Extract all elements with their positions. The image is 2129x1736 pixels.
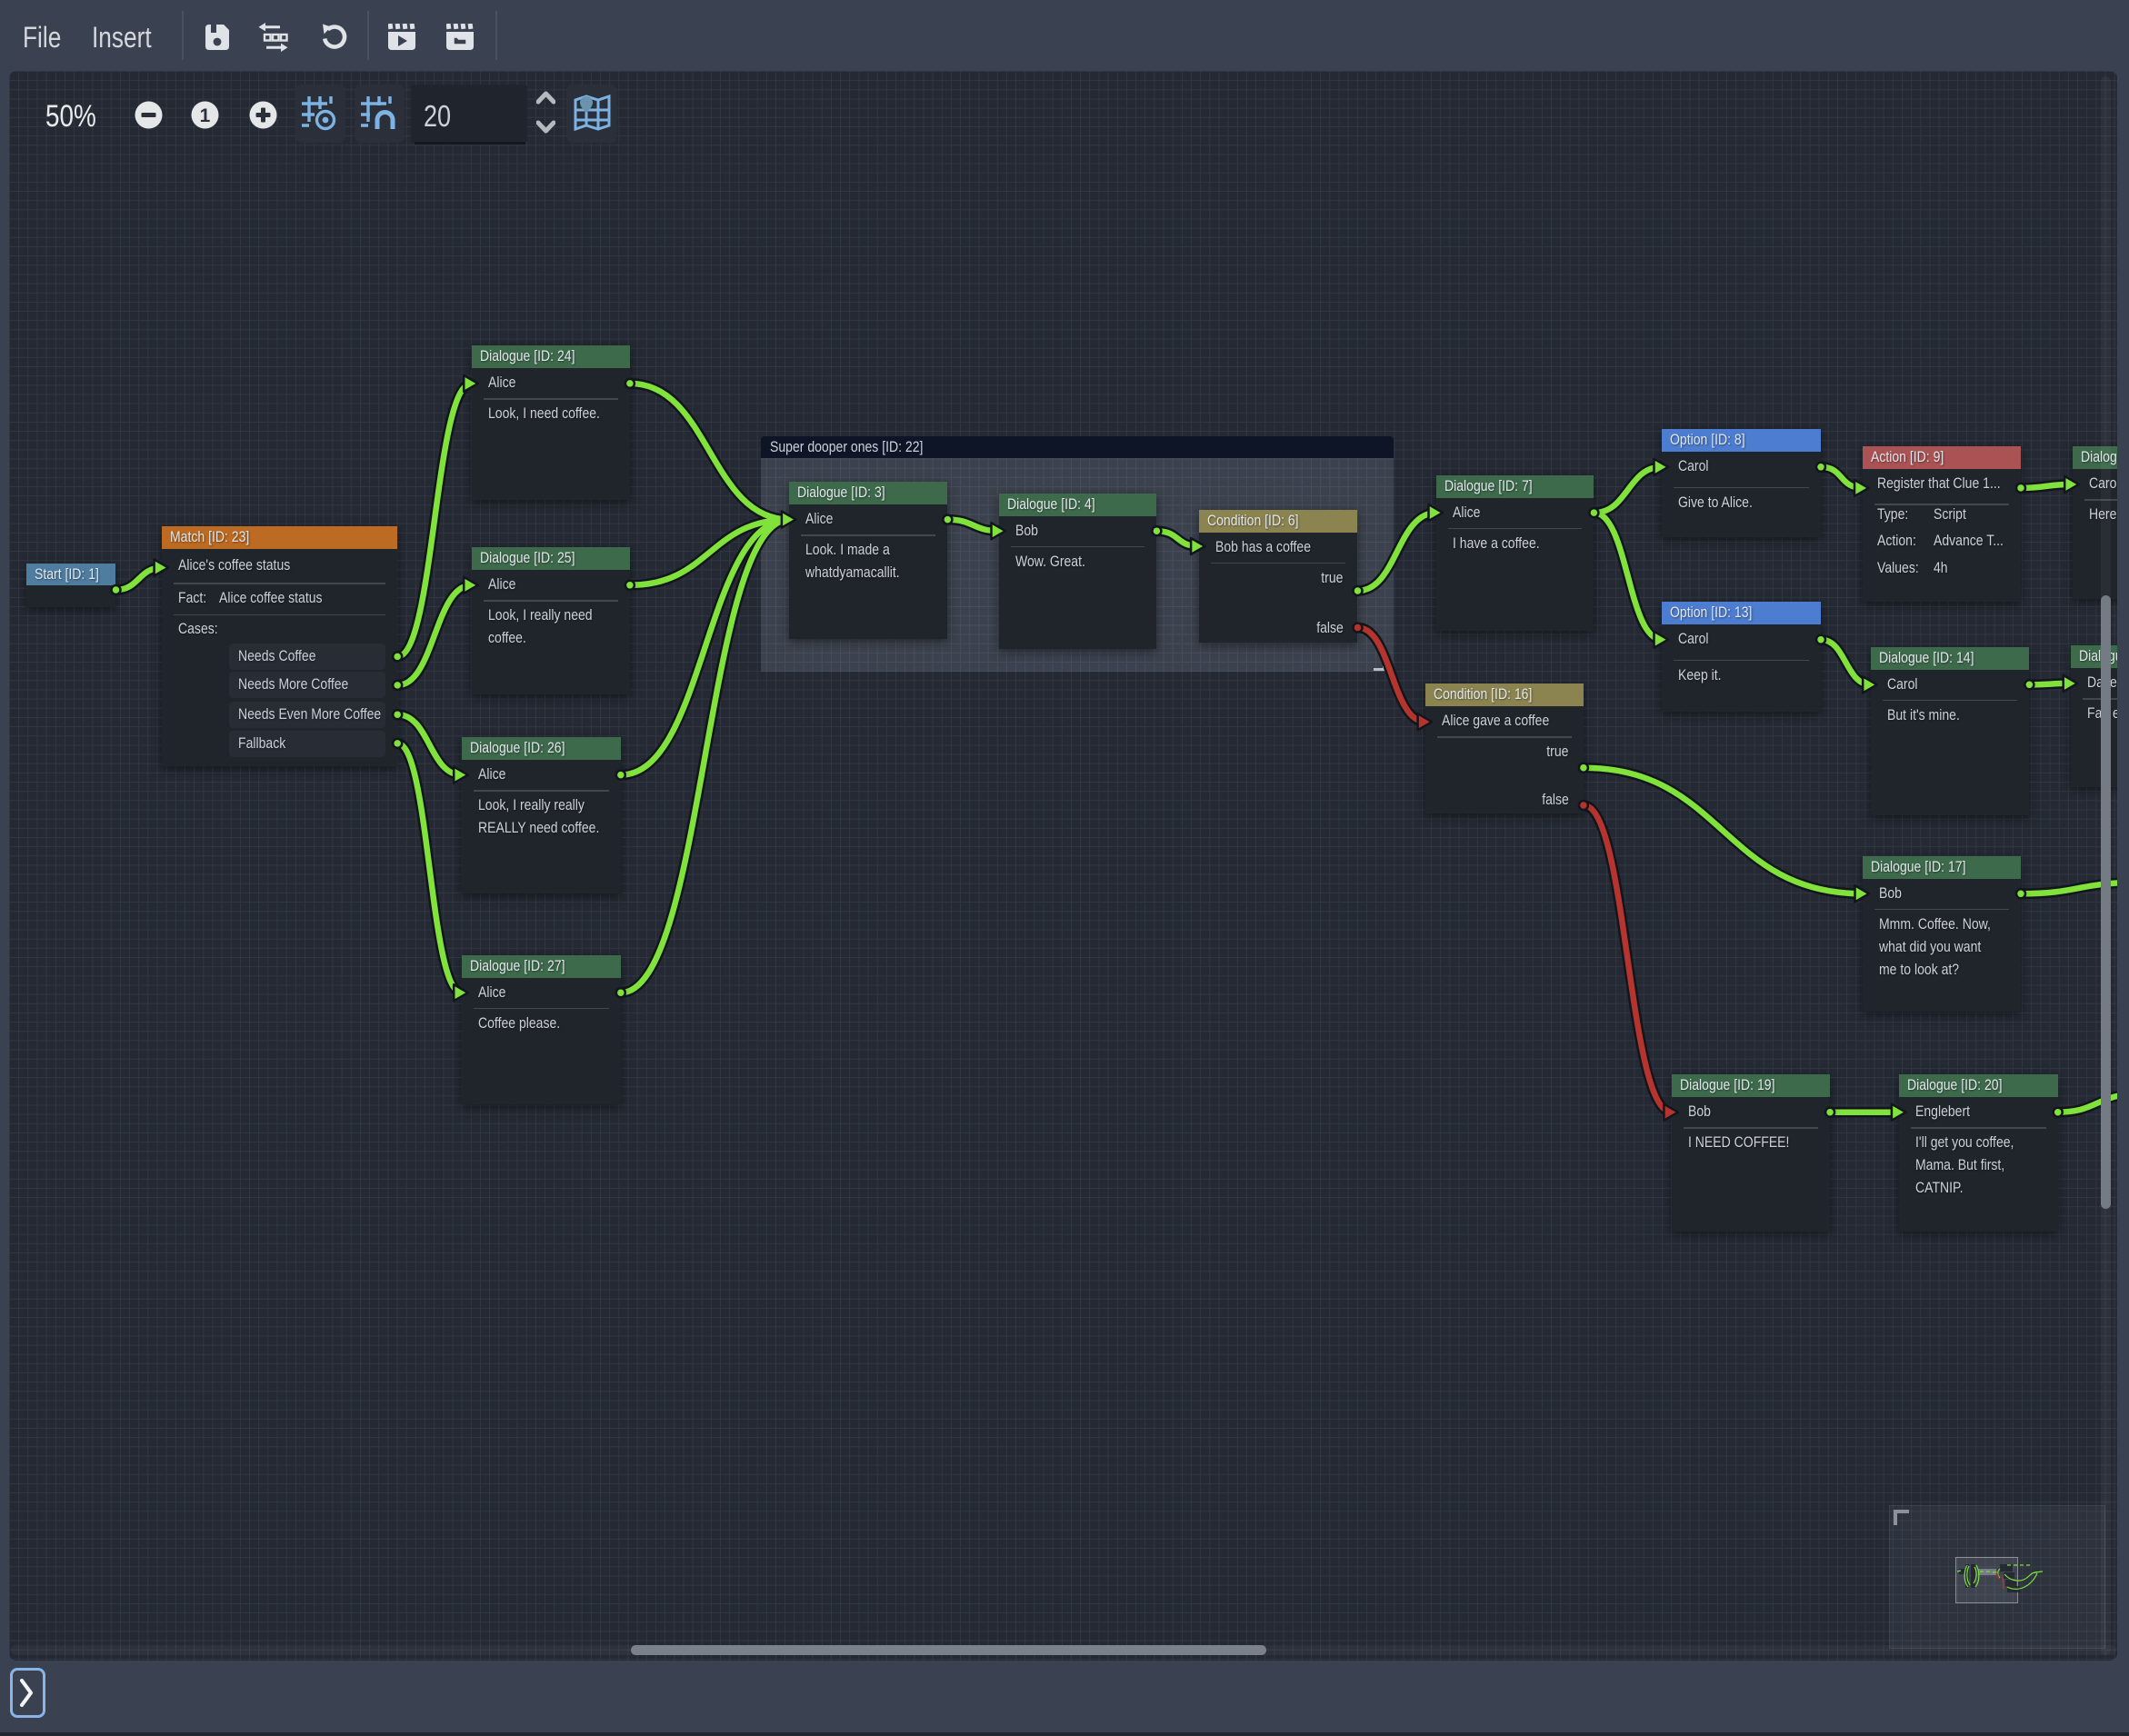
svg-text:1: 1 [199, 105, 210, 126]
